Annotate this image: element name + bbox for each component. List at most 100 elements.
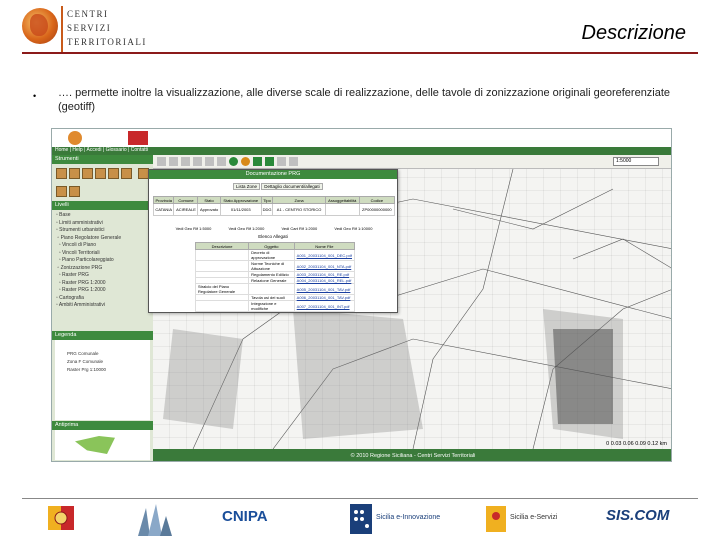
file-link[interactable]: A005_20031104_001_TAV.pdf: [293, 283, 356, 295]
file-link[interactable]: A002_20031104_001_NTA.pdf: [293, 260, 356, 272]
rectangle-icon[interactable]: [217, 157, 226, 166]
column-header: Descrizione: [194, 242, 250, 250]
eservizi-icon: [486, 506, 506, 532]
title-divider: [22, 52, 698, 54]
zoom-in-icon[interactable]: [157, 157, 166, 166]
table-row: Norme Tecniche di Attuazione A002_2003110…: [194, 260, 356, 272]
app-sidebar: Strumenti Livelli ▫ Base ▫ Limiti ammini…: [52, 155, 153, 461]
overview-map[interactable]: [55, 430, 150, 460]
globe-icon: [22, 8, 58, 44]
globe-icon[interactable]: [229, 157, 238, 166]
overview-panel-title: Antiprima: [52, 421, 153, 430]
sicily-map-shape: [75, 436, 115, 454]
map-scale-bar: 0 0.03 0.06 0.09 0.12 km: [606, 441, 667, 447]
legend-panel-title: Legenda: [52, 331, 153, 340]
layer-item[interactable]: ▫ Ambiti Amministrativi: [56, 302, 151, 310]
building-icon: [138, 504, 172, 536]
table-row: Decreto di approvazione A001_20031104_001…: [194, 249, 356, 261]
measure-tool-icon[interactable]: [108, 168, 119, 179]
table-row: Stralcio del Piano Regolatore Generale A0…: [194, 283, 356, 295]
app-nav-links[interactable]: Home | Help | Accedi | Glossario | Conta…: [55, 147, 148, 153]
regione-crest-icon: [48, 506, 74, 530]
layer-item[interactable]: ▫ Vincoli Territoriali: [56, 250, 151, 258]
zone-table: Provincia Comune Stato Stato Approvazion…: [152, 196, 396, 216]
back-arrow-icon[interactable]: [253, 157, 262, 166]
table-row: Integrazione e modifiche A007_20031104_00…: [194, 300, 356, 312]
raster-link[interactable]: Vedi Geo Rif 1:2000: [229, 226, 265, 231]
layer-item[interactable]: ▫ Cartografia: [56, 295, 151, 303]
map-toolbar: 1:5000: [153, 155, 671, 169]
column-header: Codice: [358, 196, 396, 204]
layer-item[interactable]: ▫ Limiti amministrativi: [56, 220, 151, 228]
file-link[interactable]: A003_20031104_001_RE.pdf: [293, 271, 356, 278]
tool-grid: [55, 167, 151, 203]
file-link[interactable]: A007_20031104_001_INT.pdf: [293, 300, 356, 312]
raster-link[interactable]: Vedi Geo Rif 1:10000: [334, 226, 372, 231]
search-tool-icon[interactable]: [56, 186, 67, 197]
print-icon[interactable]: [277, 157, 286, 166]
pan-tool-icon[interactable]: [56, 168, 67, 179]
logo-line-3: TERRITORIALI: [67, 37, 147, 47]
regione-siciliana-logo: [44, 502, 78, 536]
column-header: Tipo: [260, 196, 274, 204]
app-header: [52, 129, 671, 147]
documentation-popup: Documentazione PRG Lista Zone Dettaglio …: [148, 169, 398, 313]
tools-panel-title: Strumenti: [52, 155, 153, 164]
legend-item: Raster Prg 1:10000: [67, 367, 107, 372]
bullet-text: …. permette inoltre la visualizzazione, …: [58, 87, 671, 113]
file-link[interactable]: A006_20031104_001_TAV.pdf: [293, 294, 356, 301]
column-header: Assoggettabilità: [324, 196, 360, 204]
logo-divider: [61, 6, 63, 52]
app-logo-regione: [128, 131, 148, 145]
cnipa-logo: CNIPA: [222, 508, 268, 525]
legend-panel: PRG Comunale Zona F Comunale Raster Prg …: [55, 340, 150, 420]
zoom-out-icon[interactable]: [169, 157, 178, 166]
identify-tool-icon[interactable]: [95, 168, 106, 179]
layer-item[interactable]: ▫ Raster PRG: [56, 272, 151, 280]
column-header: Stato: [197, 196, 221, 204]
layer-item[interactable]: ▫ Vincoli di Piano: [56, 242, 151, 250]
tab-dettaglio[interactable]: Dettaglio documenti/allegati: [261, 183, 323, 190]
file-link[interactable]: A004_20031104_001_REL.pdf: [293, 277, 356, 284]
app-nav-bar: Home | Help | Accedi | Glossario | Conta…: [52, 147, 671, 155]
layer-item[interactable]: ▫ Raster PRG 1:2000: [56, 287, 151, 295]
logo-wordmark: CENTRI SERVIZI TERRITORIALI: [67, 7, 147, 49]
measure-icon[interactable]: [205, 157, 214, 166]
app-footer: © 2010 Regione Siciliana - Centri Serviz…: [153, 449, 671, 461]
attachments-table: Descrizione Oggetto Nome File Decreto di…: [194, 242, 356, 312]
file-link[interactable]: A001_20031104_001_DEC.pdf: [293, 249, 356, 261]
layer-item[interactable]: ▫ Piano Regolatore Generale: [56, 235, 151, 243]
select-icon[interactable]: [193, 157, 202, 166]
layer-item[interactable]: ▫ Strumenti urbanistici: [56, 227, 151, 235]
logo-line-1: CENTRI: [67, 9, 109, 19]
cst-building-logo: [128, 502, 178, 536]
column-header: Provincia: [152, 196, 175, 204]
layer-item[interactable]: ▫ Zonizzazione PRG: [56, 265, 151, 273]
popup-title: Documentazione PRG: [149, 170, 397, 179]
layer-item[interactable]: ▫ Raster PRG 1:2000: [56, 280, 151, 288]
forward-arrow-icon[interactable]: [265, 157, 274, 166]
raster-link[interactable]: Vedi Cart Rif 1:2000: [281, 226, 317, 231]
layer-item[interactable]: ▫ Piano Particolareggiato: [56, 257, 151, 265]
info-icon[interactable]: [241, 157, 250, 166]
innovazione-icon: [350, 504, 372, 534]
info-tool-icon[interactable]: [69, 186, 80, 197]
export-icon[interactable]: [289, 157, 298, 166]
pan-icon[interactable]: [181, 157, 190, 166]
tab-lista-zone[interactable]: Lista Zone: [233, 183, 261, 190]
column-header: Stato Approvazione: [219, 196, 262, 204]
print-tool-icon[interactable]: [121, 168, 132, 179]
attachments-title: Elenco Allegati: [258, 234, 288, 239]
zoom-in-tool-icon[interactable]: [69, 168, 80, 179]
scale-select[interactable]: 1:5000: [613, 157, 659, 166]
column-header: Zona: [272, 196, 326, 204]
column-header: Oggetto: [248, 242, 295, 250]
legend-item: Zona F Comunale: [67, 359, 104, 364]
zoom-out-tool-icon[interactable]: [82, 168, 93, 179]
logo-line-2: SERVIZI: [67, 23, 112, 33]
raster-link[interactable]: Vedi Geo Rif 1:5000: [176, 226, 212, 231]
layer-item[interactable]: ▫ Base: [56, 212, 151, 220]
table-row[interactable]: CATANIA ACIREALE Approvato 01/11/2003 DD…: [152, 203, 396, 216]
bullet-marker: •: [33, 91, 37, 101]
cst-logo: CENTRI SERVIZI TERRITORIALI: [22, 6, 145, 52]
